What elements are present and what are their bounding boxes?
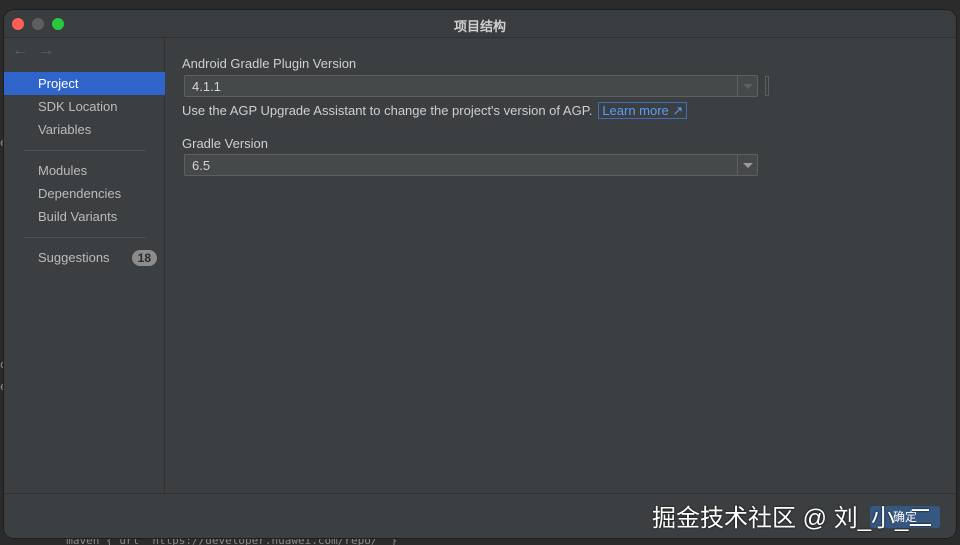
agp-help-message: Use the AGP Upgrade Assistant to change … bbox=[182, 103, 593, 118]
agp-version-combobox[interactable]: 4.1.1 bbox=[184, 75, 758, 97]
agp-version-label: Android Gradle Plugin Version bbox=[182, 56, 357, 71]
watermark: 掘金技术社区 @ 刘_小_二 bbox=[652, 505, 933, 532]
sidebar-divider bbox=[24, 237, 146, 238]
sidebar-item-dependencies[interactable]: Dependencies bbox=[4, 182, 165, 205]
nav-arrows: ← → bbox=[12, 42, 64, 60]
title-bar: 项目结构 bbox=[4, 10, 956, 38]
back-arrow-icon[interactable]: ← bbox=[12, 42, 28, 59]
sidebar-item-build-variants[interactable]: Build Variants bbox=[4, 205, 165, 228]
agp-help-text: Use the AGP Upgrade Assistant to change … bbox=[182, 102, 688, 119]
sidebar-divider bbox=[24, 150, 146, 151]
sidebar-item-suggestions[interactable]: Suggestions 18 bbox=[4, 246, 165, 269]
sidebar-item-project[interactable]: Project bbox=[4, 72, 165, 95]
forward-arrow-icon[interactable]: → bbox=[38, 42, 54, 59]
field-indicator bbox=[765, 76, 769, 96]
sidebar-item-modules[interactable]: Modules bbox=[4, 159, 165, 182]
main-content: Android Gradle Plugin Version 4.1.1 Use … bbox=[165, 38, 956, 493]
sidebar-item-variables[interactable]: Variables bbox=[4, 118, 165, 141]
agp-version-value: 4.1.1 bbox=[192, 79, 221, 94]
sidebar-item-sdk-location[interactable]: SDK Location bbox=[4, 95, 165, 118]
project-structure-dialog: 项目结构 ← → Project SDK Location Variables M… bbox=[4, 10, 956, 538]
chevron-down-icon bbox=[737, 76, 757, 96]
gradle-version-value: 6.5 bbox=[192, 158, 211, 173]
chevron-down-icon[interactable] bbox=[737, 155, 757, 175]
gradle-version-combobox[interactable]: 6.5 bbox=[184, 154, 758, 176]
sidebar-item-label: Suggestions bbox=[38, 250, 110, 265]
sidebar: ← → Project SDK Location Variables Module… bbox=[4, 38, 165, 538]
dialog-title: 项目结构 bbox=[453, 19, 506, 34]
learn-more-link[interactable]: Learn more ↗ bbox=[598, 102, 688, 119]
gradle-version-label: Gradle Version bbox=[182, 136, 268, 151]
suggestions-count-badge: 18 bbox=[131, 250, 157, 266]
